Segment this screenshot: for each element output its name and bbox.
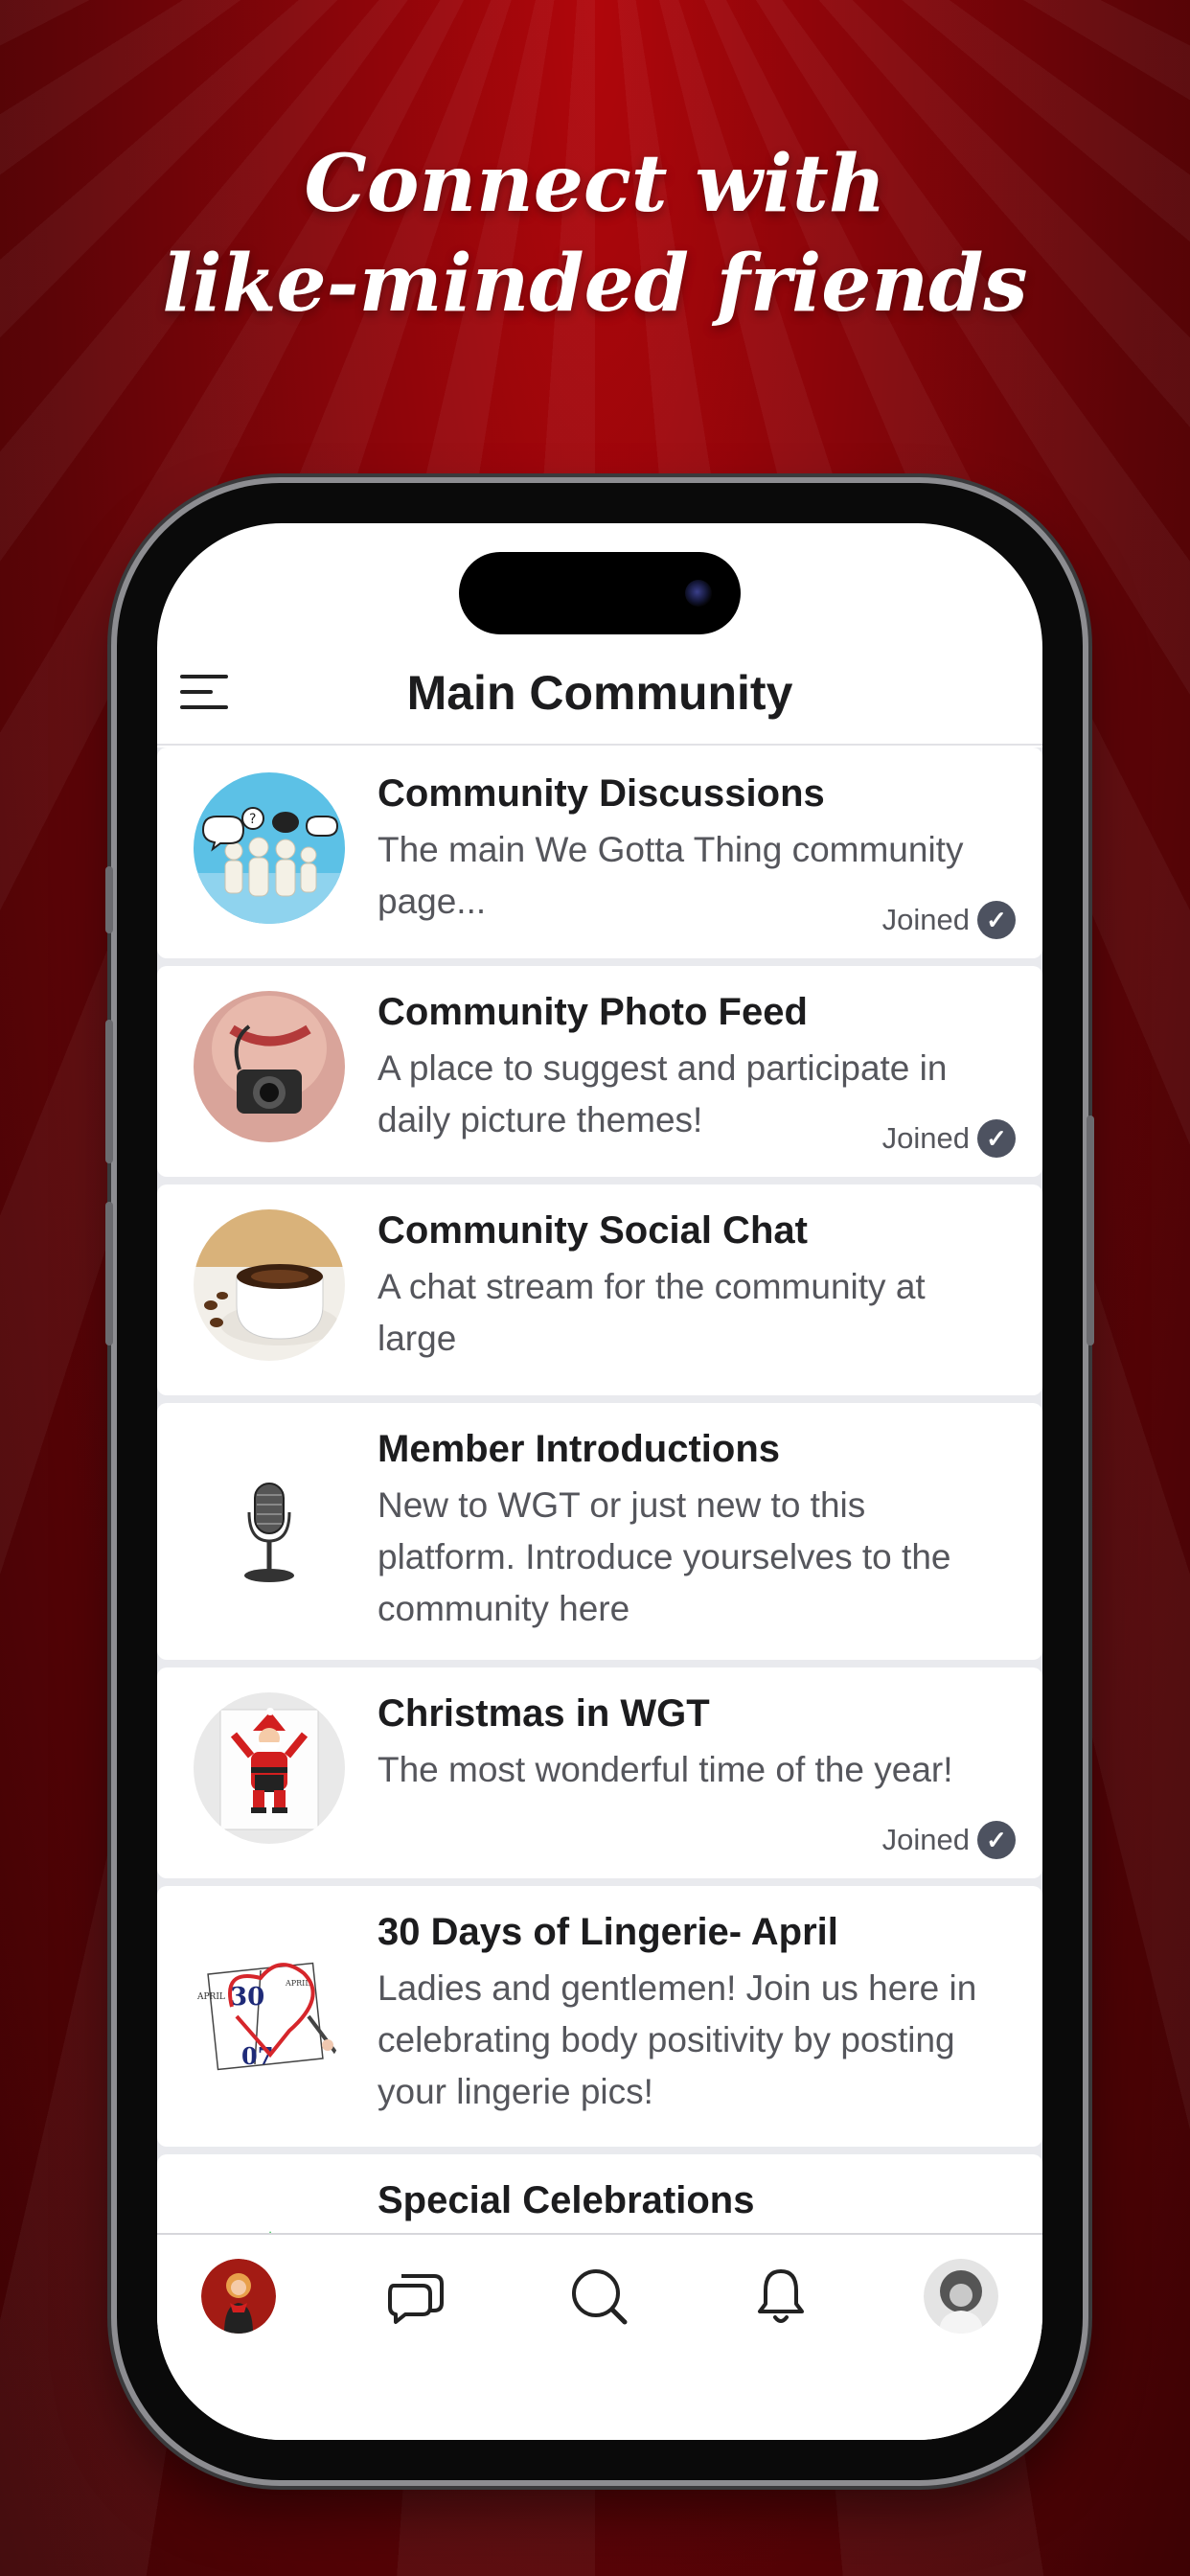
community-list[interactable]: ? Community Discussions The main We Gott… [157,748,1042,2233]
community-title: Community Social Chat [378,1209,808,1252]
calendar-heart-image: APRIL 30 APRIL 07 [194,1940,345,2091]
community-description: A chat stream for the community at large [378,1267,926,1358]
home-avatar-icon [201,2259,276,2334]
community-description: New to WGT or just new to this platform.… [378,1485,951,1628]
coffee-cup-image [194,1209,345,1361]
bell-icon [758,2269,804,2323]
community-title: Community Discussions [378,772,825,815]
svg-text:?: ? [249,812,256,827]
community-title: Special Celebrations [378,2179,755,2221]
tab-profile[interactable] [908,2248,1014,2344]
community-description: Ladies and gentlemen! Join us here in ce… [378,1968,977,2111]
check-icon: ✓ [977,901,1016,939]
profile-avatar-icon [924,2259,998,2334]
joined-label: Joined [881,1121,970,1155]
joined-status: Joined ✓ [882,1821,1016,1859]
bottom-tab-bar [157,2233,1042,2440]
calendar-day-1: 30 [230,1983,264,2012]
joined-label: Joined [881,1823,970,1856]
tab-home[interactable] [186,2248,291,2344]
calendar-month-2: APRIL [285,1979,310,1988]
community-title: Member Introductions [378,1428,781,1470]
headline: Connect with like-minded friends [0,134,1190,334]
chat-icon [388,2274,444,2324]
volume-down-button [105,1202,113,1346]
search-icon [572,2269,628,2325]
power-button [1087,1116,1094,1346]
community-title: 30 Days of Lingerie- April [378,1911,838,1953]
tab-search[interactable] [546,2248,652,2344]
check-icon: ✓ [977,1119,1016,1158]
mute-switch [105,866,113,933]
community-description: The most wonderful time of the year! [378,1750,953,1789]
list-item[interactable]: Community Social Chat A chat stream for … [157,1184,1042,1395]
microphone-image [194,1455,345,1606]
tab-chat[interactable] [362,2248,468,2344]
list-item[interactable]: Member Introductions New to WGT or just … [157,1403,1042,1660]
list-item[interactable]: ? Community Discussions The main We Gott… [157,748,1042,958]
list-item[interactable]: APRIL 30 APRIL 07 30 Days of Lingerie- A… [157,1886,1042,2147]
headline-line-2: like-minded friends [162,238,1028,330]
calendar-month-1: APRIL [196,1992,225,2002]
list-item[interactable]: Special Celebrations [157,2154,1042,2233]
volume-up-button [105,1020,113,1163]
dynamic-island [459,552,741,634]
community-title: Christmas in WGT [378,1692,710,1735]
calendar-day-2: 07 [241,2042,273,2070]
list-item[interactable]: Community Photo Feed A place to suggest … [157,966,1042,1177]
camera-icon [685,580,712,607]
joined-label: Joined [881,903,970,936]
phone-frame: Main Community ? Community Discussions T… [105,483,1094,2480]
people-speech-bubbles-image: ? [194,772,345,924]
page-title: Main Community [406,666,793,720]
app-bar: Main Community [157,648,1042,746]
headline-line-1: Connect with [304,138,886,230]
santa-image [194,1692,345,1844]
check-icon: ✓ [977,1821,1016,1859]
phone-screen: Main Community ? Community Discussions T… [157,523,1042,2440]
list-item[interactable]: Christmas in WGT The most wonderful time… [157,1668,1042,1878]
celebration-image [194,2208,345,2233]
tab-notifications[interactable] [728,2248,834,2344]
community-title: Community Photo Feed [378,991,808,1033]
joined-status: Joined ✓ [882,1119,1016,1158]
joined-status: Joined ✓ [882,901,1016,939]
camera-photo-image [194,991,345,1142]
